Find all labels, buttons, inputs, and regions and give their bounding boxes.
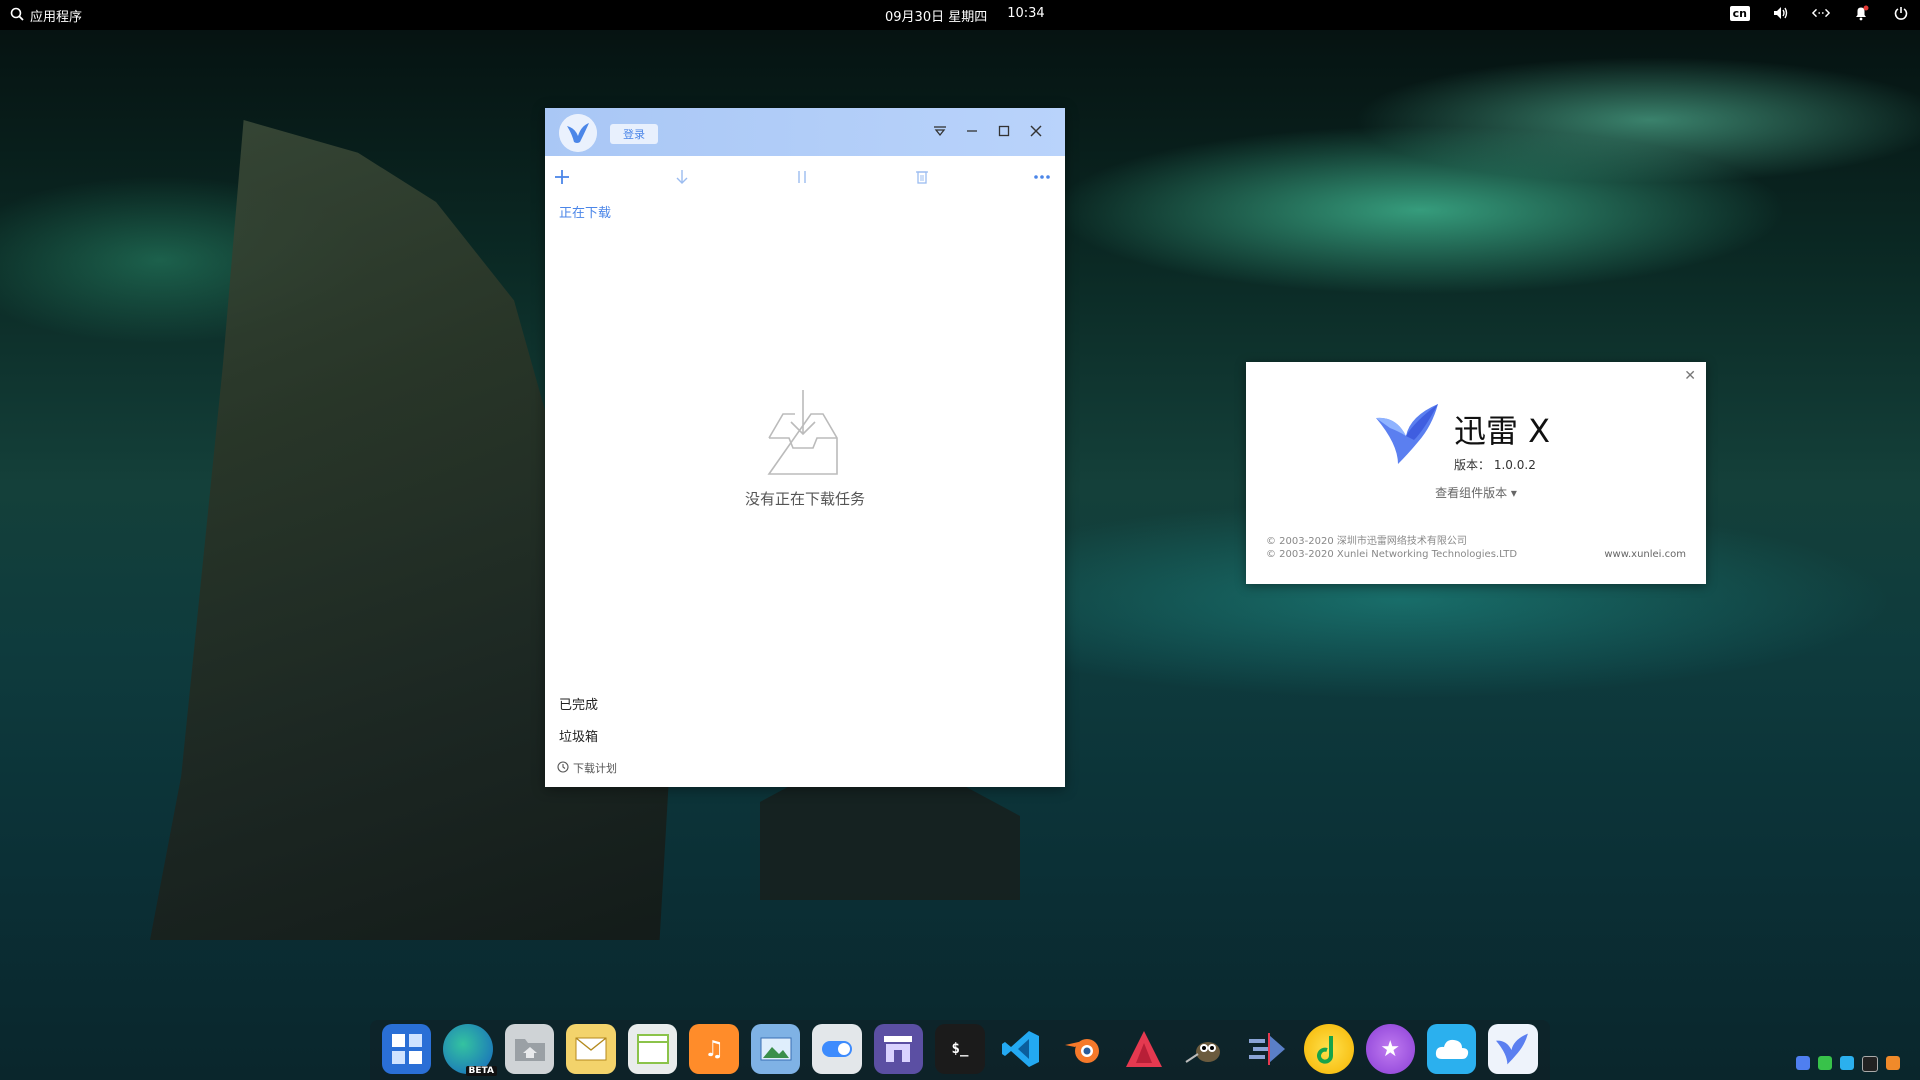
close-icon[interactable] <box>1027 122 1045 140</box>
beta-badge: BETA <box>465 1066 497 1076</box>
tab-downloading[interactable]: 正在下载 <box>559 202 611 221</box>
empty-message: 没有正在下载任务 <box>744 490 865 508</box>
terminal-icon[interactable]: $_ <box>935 1024 985 1074</box>
window-header: 登录 <box>545 108 1065 156</box>
settings-toggle-icon[interactable] <box>812 1024 862 1074</box>
dropdown-menu-icon[interactable] <box>931 122 949 140</box>
view-components-dropdown[interactable]: 查看组件版本 ▾ <box>1246 484 1706 501</box>
launcher-icon[interactable] <box>382 1024 432 1074</box>
edge-browser-icon[interactable]: BETA <box>443 1024 497 1076</box>
clock-icon <box>557 760 569 776</box>
gimp-icon[interactable] <box>1181 1024 1230 1074</box>
vector-app-icon[interactable] <box>1120 1024 1169 1074</box>
terminal-prompt: $_ <box>951 1041 969 1057</box>
start-download-icon[interactable] <box>671 166 693 188</box>
minimize-icon[interactable] <box>963 122 981 140</box>
sidebar-item-completed[interactable]: 已完成 <box>559 694 598 713</box>
network-icon[interactable] <box>1812 4 1830 22</box>
xunlei-main-window: 登录 正在下载 没有正在下载任务 已完成 垃圾箱 下载计划 <box>545 108 1065 787</box>
more-options-icon[interactable] <box>1031 166 1053 188</box>
qq-tray-icon[interactable] <box>1862 1056 1878 1072</box>
copyright-en: © 2003-2020 Xunlei Networking Technologi… <box>1266 549 1518 560</box>
clock[interactable]: 09月30日 星期四 10:34 <box>885 6 1045 25</box>
qq-music-icon[interactable] <box>1304 1024 1354 1074</box>
date-label: 09月30日 星期四 <box>885 10 988 25</box>
avatar[interactable] <box>559 114 597 152</box>
top-panel: 应用程序 09月30日 星期四 10:34 cn <box>0 0 1920 30</box>
copyright-cn: © 2003-2020 深圳市迅雷网络技术有限公司 <box>1266 536 1467 547</box>
download-plan-link[interactable]: 下载计划 <box>557 760 617 776</box>
chevron-down-icon: ▾ <box>1510 486 1517 500</box>
xunlei-tray-icon[interactable] <box>1796 1056 1810 1070</box>
music-icon[interactable]: ♫ <box>689 1024 739 1074</box>
mail-icon[interactable] <box>566 1024 616 1074</box>
power-icon[interactable] <box>1892 4 1910 22</box>
components-label: 查看组件版本 <box>1435 486 1508 500</box>
dock: BETA ♫ $_ ★ <box>370 1020 1550 1080</box>
apps-menu[interactable]: 应用程序 <box>10 6 82 25</box>
version-label: 版本： <box>1454 458 1491 472</box>
favorites-star-icon[interactable]: ★ <box>1365 1024 1415 1074</box>
volume-icon[interactable] <box>1772 4 1790 22</box>
product-name: 迅雷 X <box>1454 412 1551 450</box>
calendar-icon[interactable] <box>627 1024 678 1074</box>
blender-icon[interactable] <box>1058 1024 1107 1074</box>
system-tray <box>1796 1056 1900 1072</box>
sidebar-item-trash[interactable]: 垃圾箱 <box>559 726 598 745</box>
notification-bell-icon[interactable] <box>1852 4 1870 22</box>
empty-inbox-icon <box>755 388 851 484</box>
version-info: 版本： 1.0.0.2 <box>1454 456 1536 473</box>
input-method-indicator[interactable]: cn <box>1729 5 1750 21</box>
cloud-tray-icon[interactable] <box>1840 1056 1854 1070</box>
wechat-tray-icon[interactable] <box>1818 1056 1832 1070</box>
search-icon <box>10 7 24 25</box>
version-number: 1.0.0.2 <box>1493 458 1536 472</box>
app-tray-icon[interactable] <box>1886 1056 1900 1070</box>
pause-icon[interactable] <box>791 166 813 188</box>
about-dialog: ✕ 迅雷 X 版本： 1.0.0.2 查看组件版本 ▾ © 2003-2020 … <box>1246 362 1706 584</box>
login-button[interactable]: 登录 <box>610 124 658 144</box>
app-store-icon[interactable] <box>873 1024 924 1074</box>
website-link[interactable]: www.xunlei.com <box>1604 549 1686 560</box>
delete-icon[interactable] <box>911 166 933 188</box>
add-task-icon[interactable] <box>551 166 573 188</box>
image-viewer-icon[interactable] <box>750 1024 801 1074</box>
download-toolbar <box>545 156 1065 196</box>
xunlei-dock-icon[interactable] <box>1488 1024 1538 1074</box>
apps-label: 应用程序 <box>30 10 83 25</box>
file-manager-icon[interactable] <box>504 1024 555 1074</box>
download-plan-label: 下载计划 <box>573 762 617 775</box>
kdenlive-icon[interactable] <box>1243 1024 1292 1074</box>
close-icon[interactable]: ✕ <box>1684 368 1696 384</box>
time-label: 10:34 <box>1007 6 1045 21</box>
xunlei-bird-logo <box>1374 402 1444 470</box>
vscode-icon[interactable] <box>997 1024 1046 1074</box>
cloud-drive-icon[interactable] <box>1426 1024 1477 1074</box>
maximize-icon[interactable] <box>995 122 1013 140</box>
